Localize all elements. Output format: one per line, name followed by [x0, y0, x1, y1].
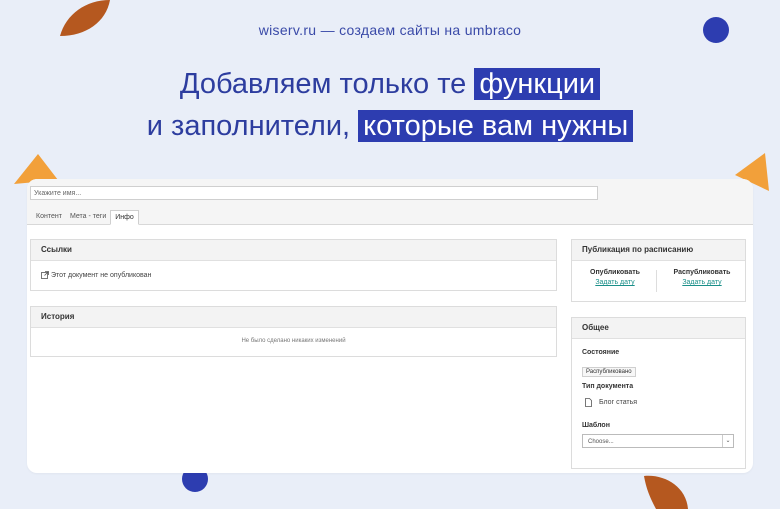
- template-label: Шаблон: [582, 422, 610, 429]
- schedule-unpublish-date-link[interactable]: Задать дату: [659, 279, 745, 286]
- external-link-icon: [41, 271, 49, 279]
- headline-line-2-highlight: которые вам нужны: [358, 110, 634, 142]
- publish-status-text: Этот документ не опубликован: [51, 271, 152, 279]
- chevron-down-icon: ⌄: [722, 435, 733, 447]
- links-panel: Ссылки Этот документ не опубликован: [30, 239, 557, 291]
- publish-status-row: Этот документ не опубликован: [41, 271, 151, 279]
- schedule-publish-date-link[interactable]: Задать дату: [572, 279, 658, 286]
- doctype-row: Блог статья: [585, 398, 637, 407]
- history-empty-text: Не было сделано никаких изменений: [241, 338, 346, 344]
- tab-meta-tags[interactable]: Мета - теги: [66, 210, 110, 224]
- headline-line-1: Добавляем только те функции: [0, 64, 780, 104]
- history-panel-title: История: [31, 307, 556, 328]
- brown-leaf-bottom: [644, 475, 688, 509]
- general-panel: Общее Состояние Распубликовано Тип докум…: [571, 317, 746, 469]
- schedule-unpublish-label: Распубликовать: [673, 269, 731, 276]
- editor-header: Контент Мета - теги Инфо: [27, 179, 753, 225]
- tab-content[interactable]: Контент: [32, 210, 66, 224]
- doctype-value[interactable]: Блог статья: [599, 399, 637, 406]
- links-panel-title: Ссылки: [31, 240, 556, 261]
- schedule-panel: Публикация по расписанию Опубликовать За…: [571, 239, 746, 302]
- headline-line-2: и заполнители, которые вам нужны: [0, 106, 780, 146]
- state-label: Состояние: [582, 349, 620, 356]
- cms-editor-window: Контент Мета - теги Инфо Ссылки Этот док…: [27, 179, 753, 473]
- headline-line-2-text: и заполнители,: [146, 110, 351, 142]
- schedule-right-column: Распубликовать Задать дату: [659, 269, 745, 286]
- headline-line-1-highlight: функции: [474, 68, 601, 100]
- site-url-caption: wiserv.ru — создаем сайты на umbraco: [258, 22, 522, 38]
- history-panel: История Не было сделано никаких изменени…: [30, 306, 557, 357]
- general-panel-title: Общее: [572, 318, 745, 339]
- status-badge: Распубликовано: [582, 367, 636, 377]
- template-select-value: Choose...: [588, 439, 614, 445]
- headline: Добавляем только те функции и заполнител…: [0, 64, 780, 146]
- document-icon: [585, 398, 592, 407]
- document-name-input[interactable]: [30, 186, 598, 200]
- schedule-publish-label: Опубликовать: [590, 269, 640, 276]
- editor-tabs: Контент Мета - теги Инфо: [32, 210, 139, 225]
- template-select[interactable]: Choose... ⌄: [582, 434, 734, 448]
- schedule-left-column: Опубликовать Задать дату: [572, 269, 658, 286]
- headline-line-1-text: Добавляем только те: [179, 68, 467, 100]
- state-badge-wrap: Распубликовано: [582, 360, 636, 378]
- doctype-label: Тип документа: [582, 383, 634, 390]
- tab-info[interactable]: Инфо: [110, 210, 139, 225]
- schedule-panel-title: Публикация по расписанию: [572, 240, 745, 261]
